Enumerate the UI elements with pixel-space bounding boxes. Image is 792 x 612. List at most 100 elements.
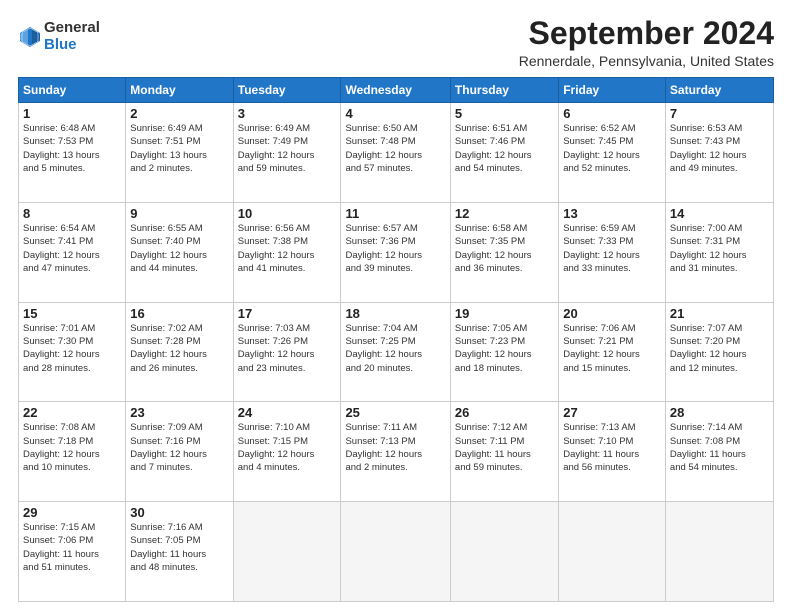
logo-blue: Blue bbox=[44, 37, 100, 54]
day-info: Sunrise: 7:06 AMSunset: 7:21 PMDaylight:… bbox=[563, 322, 661, 375]
calendar-cell: 7Sunrise: 6:53 AMSunset: 7:43 PMDaylight… bbox=[665, 103, 773, 203]
day-info: Sunrise: 7:09 AMSunset: 7:16 PMDaylight:… bbox=[130, 421, 228, 474]
day-info: Sunrise: 6:56 AMSunset: 7:38 PMDaylight:… bbox=[238, 222, 337, 275]
month-title: September 2024 bbox=[519, 16, 774, 51]
logo-icon bbox=[18, 25, 42, 49]
calendar-cell: 10Sunrise: 6:56 AMSunset: 7:38 PMDayligh… bbox=[233, 202, 341, 302]
calendar-cell: 26Sunrise: 7:12 AMSunset: 7:11 PMDayligh… bbox=[450, 402, 558, 502]
calendar-cell: 22Sunrise: 7:08 AMSunset: 7:18 PMDayligh… bbox=[19, 402, 126, 502]
logo-text: General Blue bbox=[44, 20, 100, 53]
calendar-cell: 17Sunrise: 7:03 AMSunset: 7:26 PMDayligh… bbox=[233, 302, 341, 402]
calendar-cell: 8Sunrise: 6:54 AMSunset: 7:41 PMDaylight… bbox=[19, 202, 126, 302]
col-sunday: Sunday bbox=[19, 78, 126, 103]
day-info: Sunrise: 6:52 AMSunset: 7:45 PMDaylight:… bbox=[563, 122, 661, 175]
day-info: Sunrise: 7:13 AMSunset: 7:10 PMDaylight:… bbox=[563, 421, 661, 474]
day-number: 6 bbox=[563, 106, 661, 121]
calendar-cell: 28Sunrise: 7:14 AMSunset: 7:08 PMDayligh… bbox=[665, 402, 773, 502]
col-friday: Friday bbox=[559, 78, 666, 103]
calendar-cell: 11Sunrise: 6:57 AMSunset: 7:36 PMDayligh… bbox=[341, 202, 450, 302]
calendar-row-4: 29Sunrise: 7:15 AMSunset: 7:06 PMDayligh… bbox=[19, 502, 774, 602]
calendar-cell: 4Sunrise: 6:50 AMSunset: 7:48 PMDaylight… bbox=[341, 103, 450, 203]
day-info: Sunrise: 7:12 AMSunset: 7:11 PMDaylight:… bbox=[455, 421, 554, 474]
day-number: 30 bbox=[130, 505, 228, 520]
day-info: Sunrise: 6:50 AMSunset: 7:48 PMDaylight:… bbox=[345, 122, 445, 175]
day-info: Sunrise: 6:49 AMSunset: 7:51 PMDaylight:… bbox=[130, 122, 228, 175]
day-number: 21 bbox=[670, 306, 769, 321]
day-info: Sunrise: 6:54 AMSunset: 7:41 PMDaylight:… bbox=[23, 222, 121, 275]
calendar-cell: 12Sunrise: 6:58 AMSunset: 7:35 PMDayligh… bbox=[450, 202, 558, 302]
day-info: Sunrise: 7:00 AMSunset: 7:31 PMDaylight:… bbox=[670, 222, 769, 275]
day-info: Sunrise: 7:16 AMSunset: 7:05 PMDaylight:… bbox=[130, 521, 228, 574]
calendar-cell bbox=[559, 502, 666, 602]
calendar-cell: 20Sunrise: 7:06 AMSunset: 7:21 PMDayligh… bbox=[559, 302, 666, 402]
calendar-cell: 23Sunrise: 7:09 AMSunset: 7:16 PMDayligh… bbox=[126, 402, 233, 502]
calendar-cell: 5Sunrise: 6:51 AMSunset: 7:46 PMDaylight… bbox=[450, 103, 558, 203]
calendar-row-3: 22Sunrise: 7:08 AMSunset: 7:18 PMDayligh… bbox=[19, 402, 774, 502]
calendar-cell: 9Sunrise: 6:55 AMSunset: 7:40 PMDaylight… bbox=[126, 202, 233, 302]
calendar-cell: 19Sunrise: 7:05 AMSunset: 7:23 PMDayligh… bbox=[450, 302, 558, 402]
day-number: 10 bbox=[238, 206, 337, 221]
calendar-cell: 3Sunrise: 6:49 AMSunset: 7:49 PMDaylight… bbox=[233, 103, 341, 203]
calendar-cell: 30Sunrise: 7:16 AMSunset: 7:05 PMDayligh… bbox=[126, 502, 233, 602]
day-info: Sunrise: 6:59 AMSunset: 7:33 PMDaylight:… bbox=[563, 222, 661, 275]
day-number: 19 bbox=[455, 306, 554, 321]
day-info: Sunrise: 6:58 AMSunset: 7:35 PMDaylight:… bbox=[455, 222, 554, 275]
day-info: Sunrise: 7:04 AMSunset: 7:25 PMDaylight:… bbox=[345, 322, 445, 375]
day-number: 17 bbox=[238, 306, 337, 321]
day-info: Sunrise: 7:14 AMSunset: 7:08 PMDaylight:… bbox=[670, 421, 769, 474]
day-number: 18 bbox=[345, 306, 445, 321]
day-info: Sunrise: 7:07 AMSunset: 7:20 PMDaylight:… bbox=[670, 322, 769, 375]
calendar-cell bbox=[233, 502, 341, 602]
location: Rennerdale, Pennsylvania, United States bbox=[519, 53, 774, 69]
day-number: 28 bbox=[670, 405, 769, 420]
day-number: 7 bbox=[670, 106, 769, 121]
day-info: Sunrise: 6:49 AMSunset: 7:49 PMDaylight:… bbox=[238, 122, 337, 175]
logo: General Blue bbox=[18, 20, 100, 53]
day-number: 1 bbox=[23, 106, 121, 121]
calendar-cell: 18Sunrise: 7:04 AMSunset: 7:25 PMDayligh… bbox=[341, 302, 450, 402]
day-number: 8 bbox=[23, 206, 121, 221]
day-info: Sunrise: 6:51 AMSunset: 7:46 PMDaylight:… bbox=[455, 122, 554, 175]
day-info: Sunrise: 7:15 AMSunset: 7:06 PMDaylight:… bbox=[23, 521, 121, 574]
calendar-cell: 2Sunrise: 6:49 AMSunset: 7:51 PMDaylight… bbox=[126, 103, 233, 203]
top-section: General Blue September 2024 Rennerdale, … bbox=[18, 16, 774, 69]
day-info: Sunrise: 7:03 AMSunset: 7:26 PMDaylight:… bbox=[238, 322, 337, 375]
calendar-cell: 27Sunrise: 7:13 AMSunset: 7:10 PMDayligh… bbox=[559, 402, 666, 502]
calendar-row-2: 15Sunrise: 7:01 AMSunset: 7:30 PMDayligh… bbox=[19, 302, 774, 402]
calendar-row-1: 8Sunrise: 6:54 AMSunset: 7:41 PMDaylight… bbox=[19, 202, 774, 302]
day-number: 14 bbox=[670, 206, 769, 221]
calendar-cell: 13Sunrise: 6:59 AMSunset: 7:33 PMDayligh… bbox=[559, 202, 666, 302]
header-right: September 2024 Rennerdale, Pennsylvania,… bbox=[519, 16, 774, 69]
calendar-cell bbox=[341, 502, 450, 602]
calendar-cell: 29Sunrise: 7:15 AMSunset: 7:06 PMDayligh… bbox=[19, 502, 126, 602]
day-number: 23 bbox=[130, 405, 228, 420]
day-number: 29 bbox=[23, 505, 121, 520]
day-info: Sunrise: 6:55 AMSunset: 7:40 PMDaylight:… bbox=[130, 222, 228, 275]
day-info: Sunrise: 7:08 AMSunset: 7:18 PMDaylight:… bbox=[23, 421, 121, 474]
calendar-cell: 21Sunrise: 7:07 AMSunset: 7:20 PMDayligh… bbox=[665, 302, 773, 402]
calendar-cell: 14Sunrise: 7:00 AMSunset: 7:31 PMDayligh… bbox=[665, 202, 773, 302]
col-thursday: Thursday bbox=[450, 78, 558, 103]
calendar-cell: 24Sunrise: 7:10 AMSunset: 7:15 PMDayligh… bbox=[233, 402, 341, 502]
calendar-cell bbox=[450, 502, 558, 602]
day-number: 24 bbox=[238, 405, 337, 420]
day-info: Sunrise: 6:57 AMSunset: 7:36 PMDaylight:… bbox=[345, 222, 445, 275]
day-number: 16 bbox=[130, 306, 228, 321]
day-number: 25 bbox=[345, 405, 445, 420]
day-number: 12 bbox=[455, 206, 554, 221]
day-info: Sunrise: 6:48 AMSunset: 7:53 PMDaylight:… bbox=[23, 122, 121, 175]
col-saturday: Saturday bbox=[665, 78, 773, 103]
logo-general: General bbox=[44, 20, 100, 37]
calendar-cell: 25Sunrise: 7:11 AMSunset: 7:13 PMDayligh… bbox=[341, 402, 450, 502]
day-number: 4 bbox=[345, 106, 445, 121]
calendar-row-0: 1Sunrise: 6:48 AMSunset: 7:53 PMDaylight… bbox=[19, 103, 774, 203]
day-info: Sunrise: 7:10 AMSunset: 7:15 PMDaylight:… bbox=[238, 421, 337, 474]
day-number: 26 bbox=[455, 405, 554, 420]
day-info: Sunrise: 7:05 AMSunset: 7:23 PMDaylight:… bbox=[455, 322, 554, 375]
calendar-cell: 6Sunrise: 6:52 AMSunset: 7:45 PMDaylight… bbox=[559, 103, 666, 203]
calendar-cell bbox=[665, 502, 773, 602]
day-number: 13 bbox=[563, 206, 661, 221]
day-number: 22 bbox=[23, 405, 121, 420]
col-wednesday: Wednesday bbox=[341, 78, 450, 103]
calendar-table: Sunday Monday Tuesday Wednesday Thursday… bbox=[18, 77, 774, 602]
